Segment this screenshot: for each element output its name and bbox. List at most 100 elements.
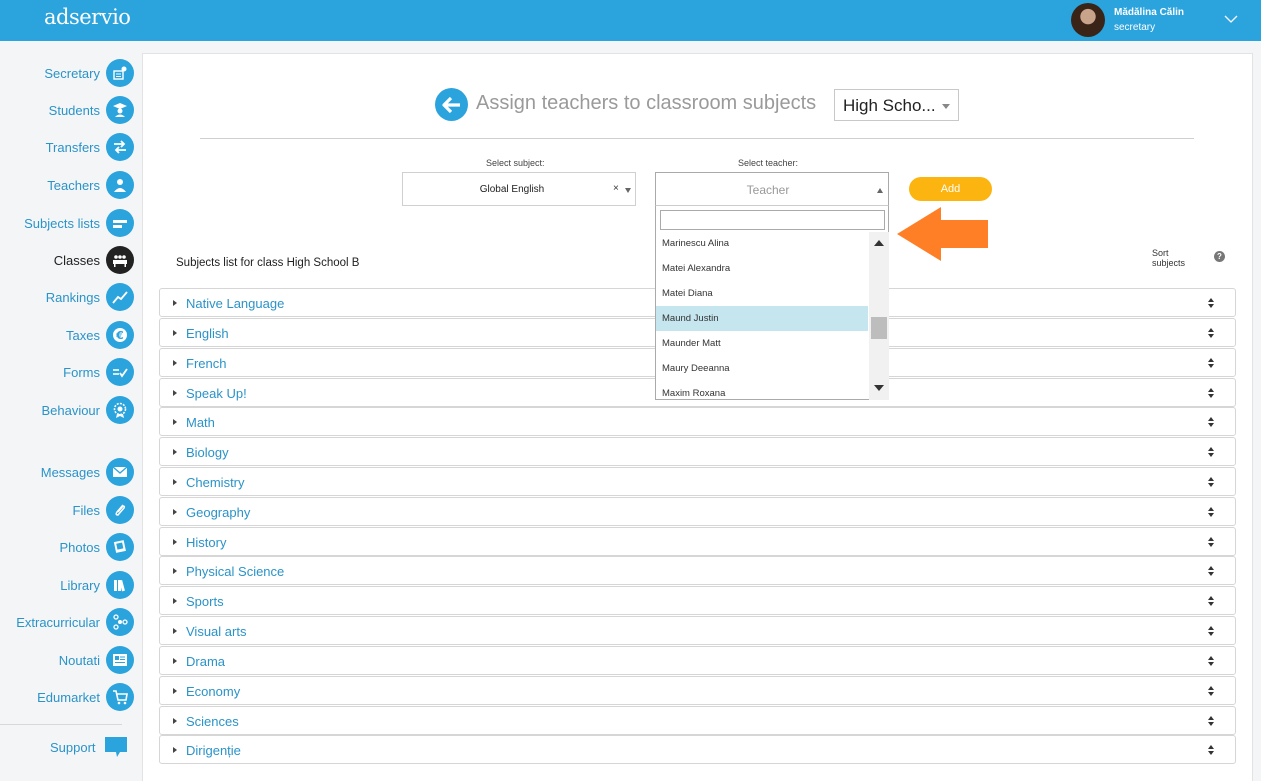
behaviour-badge-icon (106, 396, 134, 424)
sort-handle-icon[interactable] (1207, 744, 1215, 756)
cart-icon (106, 683, 134, 711)
secretary-icon (106, 59, 134, 87)
title-divider (200, 138, 1194, 139)
sidebar-item-edumarket[interactable]: Edumarket (37, 682, 134, 712)
sidebar-item-forms[interactable]: Forms (63, 357, 134, 387)
subject-row[interactable]: Chemistry (159, 467, 1236, 496)
subject-select[interactable]: Global English × (402, 172, 636, 206)
subject-row[interactable]: Economy (159, 676, 1236, 705)
scroll-down-icon[interactable] (874, 385, 884, 391)
chat-bubble-icon (104, 737, 127, 757)
sidebar-item-teachers[interactable]: Teachers (47, 170, 134, 200)
help-icon[interactable]: ? (1214, 251, 1225, 262)
subject-row[interactable]: Drama (159, 646, 1236, 675)
sidebar-item-label: Extracurricular (16, 614, 100, 630)
sidebar-item-classes[interactable]: Classes (54, 245, 134, 275)
teacher-option[interactable]: Marinescu Alina (656, 231, 868, 256)
sidebar-item-files[interactable]: Files (73, 495, 134, 525)
sort-handle-icon[interactable] (1207, 715, 1215, 727)
arrow-left-callout-icon (897, 207, 988, 261)
sidebar-item-students[interactable]: Students (49, 95, 134, 125)
sort-handle-icon[interactable] (1207, 476, 1215, 488)
sidebar-item-noutati[interactable]: Noutati (59, 645, 134, 675)
teacher-option[interactable]: Matei Alexandra (656, 256, 868, 281)
sort-handle-icon[interactable] (1207, 387, 1215, 399)
subject-row[interactable]: Dirigenție (159, 735, 1236, 764)
sort-label-line: subjects (1152, 258, 1186, 268)
sidebar-item-taxes[interactable]: Taxes € (66, 320, 134, 350)
sidebar-item-label: Files (72, 502, 100, 518)
subject-row-label: Geography (186, 505, 251, 520)
teacher-option[interactable]: Maunder Matt (656, 331, 868, 356)
sort-handle-icon[interactable] (1207, 446, 1215, 458)
subject-row-label: Speak Up! (186, 386, 247, 401)
sidebar-item-library[interactable]: Library (60, 570, 134, 600)
sort-handle-icon[interactable] (1207, 565, 1215, 577)
sort-handle-icon[interactable] (1207, 357, 1215, 369)
caret-right-icon (173, 330, 177, 336)
support-button[interactable]: Support (50, 736, 128, 758)
sidebar-item-label: Rankings (45, 289, 100, 305)
sidebar-item-label: Photos (59, 539, 100, 555)
sidebar-item-label: Edumarket (37, 689, 100, 705)
teacher-option[interactable]: Maxim Roxana (656, 381, 868, 401)
subject-row[interactable]: Sciences (159, 706, 1236, 735)
sort-handle-icon[interactable] (1207, 416, 1215, 428)
subject-row[interactable]: Biology (159, 437, 1236, 466)
sort-label-line: Sort (1152, 248, 1169, 258)
subject-row[interactable]: Math (159, 407, 1236, 436)
sidebar-item-transfers[interactable]: Transfers (46, 132, 134, 162)
scrollbar-thumb[interactable] (871, 317, 887, 339)
sort-handle-icon[interactable] (1207, 685, 1215, 697)
sort-subjects-link[interactable]: Sort subjects (1152, 248, 1185, 268)
euro-icon: € (106, 321, 134, 349)
chevron-down-icon[interactable] (1224, 12, 1238, 26)
teacher-option[interactable]: Maury Deeanna (656, 356, 868, 381)
subject-row[interactable]: Geography (159, 497, 1236, 526)
user-name[interactable]: Mădălina Călin (1114, 7, 1184, 18)
sidebar-divider (0, 724, 122, 725)
teacher-select[interactable]: Teacher (655, 172, 889, 206)
sidebar-item-messages[interactable]: Messages (41, 457, 134, 487)
sidebar-item-extracurricular[interactable]: Extracurricular (16, 607, 134, 637)
add-button[interactable]: Add (909, 177, 992, 201)
subject-row[interactable]: History (159, 527, 1236, 556)
scroll-up-icon[interactable] (874, 240, 884, 246)
sidebar-item-behaviour[interactable]: Behaviour (41, 395, 134, 425)
sort-handle-icon[interactable] (1207, 536, 1215, 548)
caret-right-icon (173, 718, 177, 724)
caret-right-icon (173, 688, 177, 694)
teacher-option-highlighted[interactable]: Maund Justin (656, 306, 868, 331)
subjects-list-icon (106, 209, 134, 237)
sidebar-item-photos[interactable]: Photos (60, 532, 134, 562)
teacher-option[interactable]: Matei Diana (656, 281, 868, 306)
subject-row-label: Drama (186, 654, 226, 669)
clear-icon[interactable]: × (613, 183, 619, 194)
teacher-label: Select teacher: (738, 158, 799, 168)
sort-handle-icon[interactable] (1207, 506, 1215, 518)
subject-row[interactable]: Visual arts (159, 616, 1236, 645)
rankings-chart-icon (106, 283, 134, 311)
sort-handle-icon[interactable] (1207, 655, 1215, 667)
subject-row[interactable]: Sports (159, 586, 1236, 615)
app-logo[interactable]: adservio (44, 5, 131, 29)
teacher-search-input[interactable] (660, 210, 885, 230)
subject-row-label: Biology (186, 445, 229, 460)
sort-handle-icon[interactable] (1207, 297, 1215, 309)
sidebar-item-subjects-lists[interactable]: Subjects lists (24, 208, 134, 238)
transfer-arrows-icon (106, 133, 134, 161)
sort-handle-icon[interactable] (1207, 595, 1215, 607)
class-select[interactable]: High Scho... (834, 89, 959, 121)
sidebar-item-label: Subjects lists (24, 215, 100, 231)
caret-up-icon (877, 188, 883, 193)
sort-handle-icon[interactable] (1207, 625, 1215, 637)
sort-handle-icon[interactable] (1207, 327, 1215, 339)
sidebar-item-rankings[interactable]: Rankings (46, 282, 134, 312)
back-button[interactable] (435, 88, 468, 121)
sidebar-item-label: Teachers (47, 177, 100, 193)
sidebar-item-secretary[interactable]: Secretary (44, 58, 134, 88)
caret-right-icon (173, 449, 177, 455)
user-avatar[interactable] (1071, 3, 1105, 37)
dropdown-scrollbar[interactable] (869, 232, 889, 400)
subject-row[interactable]: Physical Science (159, 556, 1236, 585)
